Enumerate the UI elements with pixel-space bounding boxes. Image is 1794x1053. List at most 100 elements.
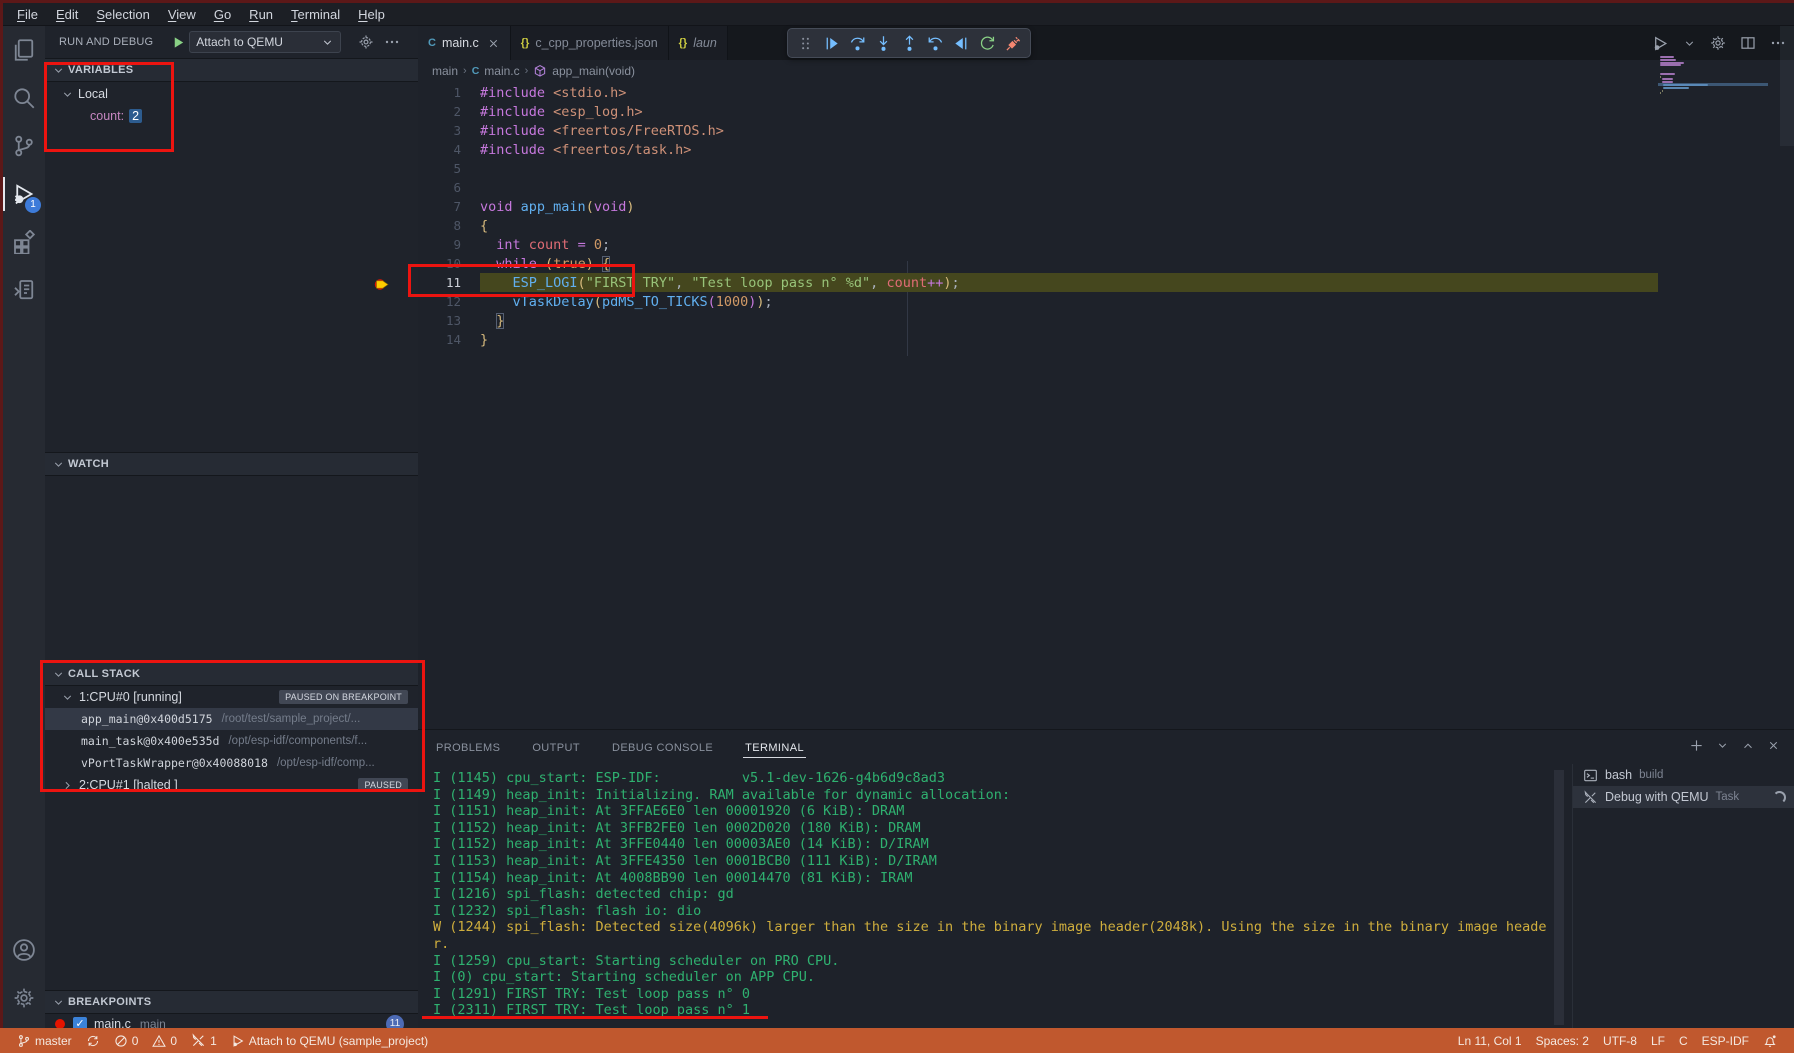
status-ln-11-col-1[interactable]: Ln 11, Col 1 [1451,1028,1529,1053]
debug-step-out-icon[interactable] [898,32,920,54]
stack-frame[interactable]: main_task@0x400e535d /opt/esp-idf/compon… [45,730,418,752]
variables-section-header[interactable]: VARIABLES [45,58,418,82]
debug-step-into-icon[interactable] [872,32,894,54]
status-spaces-2[interactable]: Spaces: 2 [1529,1028,1596,1053]
debug-continue-icon[interactable] [820,32,842,54]
watch-section-header[interactable]: WATCH [45,452,418,476]
breadcrumb[interactable]: main › C main.c › app_main(void) [418,60,1794,82]
menu-run[interactable]: Run [240,5,282,24]
stack-frame[interactable]: vPortTaskWrapper@0x40088018 /opt/esp-idf… [45,752,418,774]
annotation-underline-terminal [422,1016,768,1019]
panel-tab-debug-console[interactable]: DEBUG CONSOLE [610,736,715,760]
tab-main.c[interactable]: C main.c [418,26,511,60]
stack-frame[interactable]: app_main@0x400d5175 /root/test/sample_pr… [45,708,418,730]
menu-edit[interactable]: Edit [47,5,87,24]
close-icon[interactable] [487,37,500,50]
variables-scope-local[interactable]: Local [45,84,418,104]
activity-files-icon[interactable] [3,26,45,74]
gutter-line-1[interactable]: 1 [418,85,470,100]
status-git-branch[interactable]: master [10,1028,79,1053]
tab-laun[interactable]: {} laun [669,26,728,60]
debug-reverse-continue-icon[interactable] [950,32,972,54]
settings-gear-icon[interactable] [1710,35,1726,51]
chevron-down-icon[interactable] [1683,37,1696,50]
gutter-line-11[interactable]: 11 [418,275,470,290]
menu-view[interactable]: View [159,5,205,24]
gutter-line-12[interactable]: 12 [418,294,470,309]
activity-run-and-debug-icon[interactable]: 1 [3,170,45,218]
menu-selection[interactable]: Selection [87,5,158,24]
call-stack-thread[interactable]: 2:CPU#1 [halted ] PAUSED [45,774,418,796]
debug-disconnect-icon[interactable] [1002,32,1024,54]
terminal-line: I (1232) spi_flash: flash io: dio [433,903,1566,920]
start-debug-button[interactable] [167,31,189,53]
call-stack-thread[interactable]: 1:CPU#0 [running] PAUSED ON BREAKPOINT [45,686,418,708]
menu-go[interactable]: Go [205,5,240,24]
debug-configuration-dropdown[interactable]: Attach to QEMU [189,31,341,53]
status-errors[interactable]: 0 [107,1028,146,1053]
status-c[interactable]: C [1672,1028,1695,1053]
activity-esp-idf-explorer-icon[interactable] [3,266,45,314]
debug-step-over-icon[interactable] [846,32,868,54]
debug-restart-icon[interactable] [976,32,998,54]
activity-account-icon[interactable] [3,926,45,974]
status-warnings[interactable]: 0 [145,1028,184,1053]
breadcrumb-symbol[interactable]: app_main(void) [552,64,635,78]
panel-tab-terminal[interactable]: TERMINAL [743,736,806,760]
editor-scrollbar[interactable] [1780,26,1794,146]
debug-settings-gear-icon[interactable] [355,31,377,53]
code-area[interactable]: 1 #include <stdio.h> 2 #include <esp_log… [418,83,1794,729]
status-debug[interactable]: Attach to QEMU (sample_project) [224,1028,435,1053]
debug-run-icon[interactable] [1652,35,1669,52]
menu-help[interactable]: Help [349,5,394,24]
breadcrumb-folder[interactable]: main [432,64,458,78]
debug-step-back-icon[interactable] [924,32,946,54]
tab-c_cpp_properties.json[interactable]: {} c_cpp_properties.json [511,26,669,60]
activity-extensions-icon[interactable] [3,218,45,266]
activity-search-icon[interactable] [3,74,45,122]
status-sync[interactable] [79,1028,107,1053]
gutter-line-6[interactable]: 6 [418,180,470,195]
gutter-line-2[interactable]: 2 [418,104,470,119]
status-utf-8[interactable]: UTF-8 [1596,1028,1644,1053]
panel-tab-output[interactable]: OUTPUT [530,736,582,760]
gutter-line-5[interactable]: 5 [418,161,470,176]
minimap[interactable] [1658,52,1768,132]
variable-row-count[interactable]: count: 2 [45,106,418,126]
menu-file[interactable]: File [8,5,47,24]
tab-label: c_cpp_properties.json [535,36,657,50]
breakpoints-section-header[interactable]: BREAKPOINTS [45,990,418,1014]
gutter-line-7[interactable]: 7 [418,199,470,214]
close-icon[interactable] [1767,739,1780,752]
plus-icon[interactable] [1689,738,1704,753]
terminal-scrollbar[interactable] [1554,770,1564,1025]
gutter-line-13[interactable]: 13 [418,313,470,328]
activity-settings-gear-icon[interactable] [3,974,45,1022]
chevron-down-icon[interactable] [1716,739,1729,752]
code-line-12: 12 vTaskDelay(pdMS_TO_TICKS(1000)); [418,292,1794,311]
status-esp-idf[interactable]: ESP-IDF [1695,1028,1756,1053]
activity-source-control-icon[interactable] [3,122,45,170]
status-tools[interactable]: 1 [184,1028,224,1053]
terminal-icon [1583,768,1598,783]
gutter-line-3[interactable]: 3 [418,123,470,138]
watch-section-body [45,476,418,662]
gutter-line-8[interactable]: 8 [418,218,470,233]
gutter-line-14[interactable]: 14 [418,332,470,347]
breadcrumb-file[interactable]: main.c [484,64,519,78]
more-actions-icon[interactable] [381,31,403,53]
terminal-output[interactable]: I (1145) cpu_start: ESP-IDF: v5.1-dev-16… [418,770,1566,1029]
chevron-up-icon[interactable] [1741,739,1755,753]
panel-tab-problems[interactable]: PROBLEMS [434,736,502,760]
call-stack-section-header[interactable]: CALL STACK [45,662,418,686]
gutter-line-4[interactable]: 4 [418,142,470,157]
gutter-line-9[interactable]: 9 [418,237,470,252]
status-bell-icon[interactable] [1756,1028,1784,1053]
terminal-item-bash[interactable]: bash build [1573,764,1794,786]
gutter-line-10[interactable]: 10 [418,256,470,271]
chevron-down-icon [52,668,65,681]
terminal-item-debug-with-qemu[interactable]: Debug with QEMU Task [1573,786,1794,808]
split-editor-icon[interactable] [1740,35,1756,51]
status-lf[interactable]: LF [1644,1028,1672,1053]
menu-terminal[interactable]: Terminal [282,5,349,24]
